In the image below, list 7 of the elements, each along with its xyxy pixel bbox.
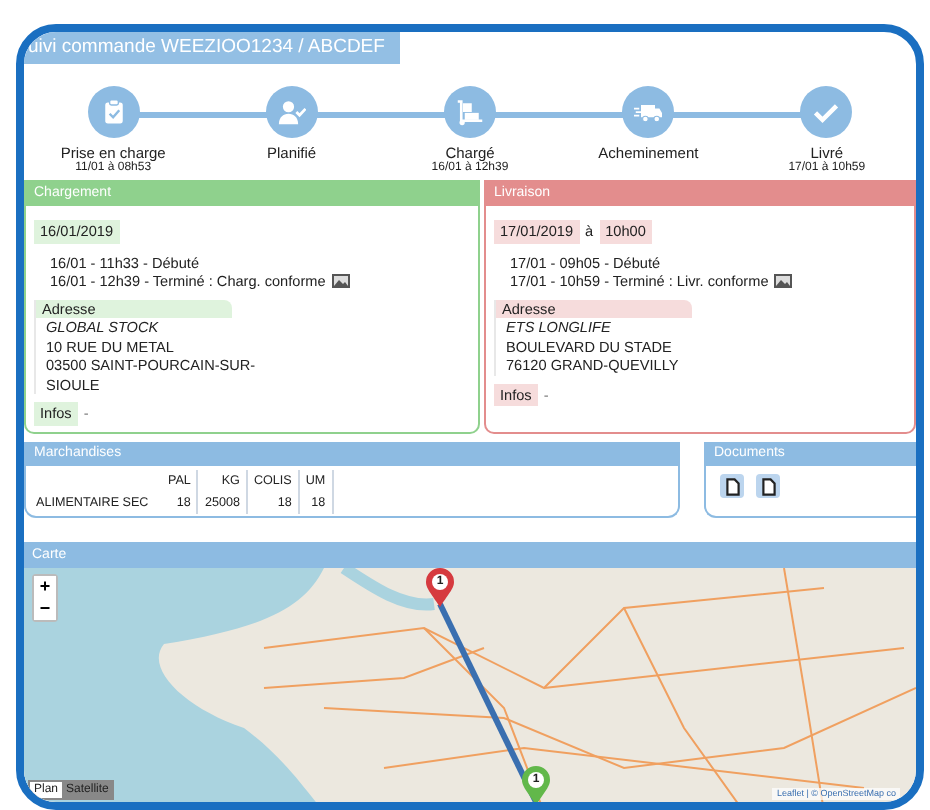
hand-truck-boxes-icon <box>455 98 484 126</box>
file-icon <box>725 477 739 495</box>
document-button[interactable] <box>756 474 780 498</box>
clipboard-check-icon <box>99 98 128 126</box>
document-button[interactable] <box>720 474 744 498</box>
user-check-icon <box>277 98 306 126</box>
file-icon <box>761 477 775 495</box>
